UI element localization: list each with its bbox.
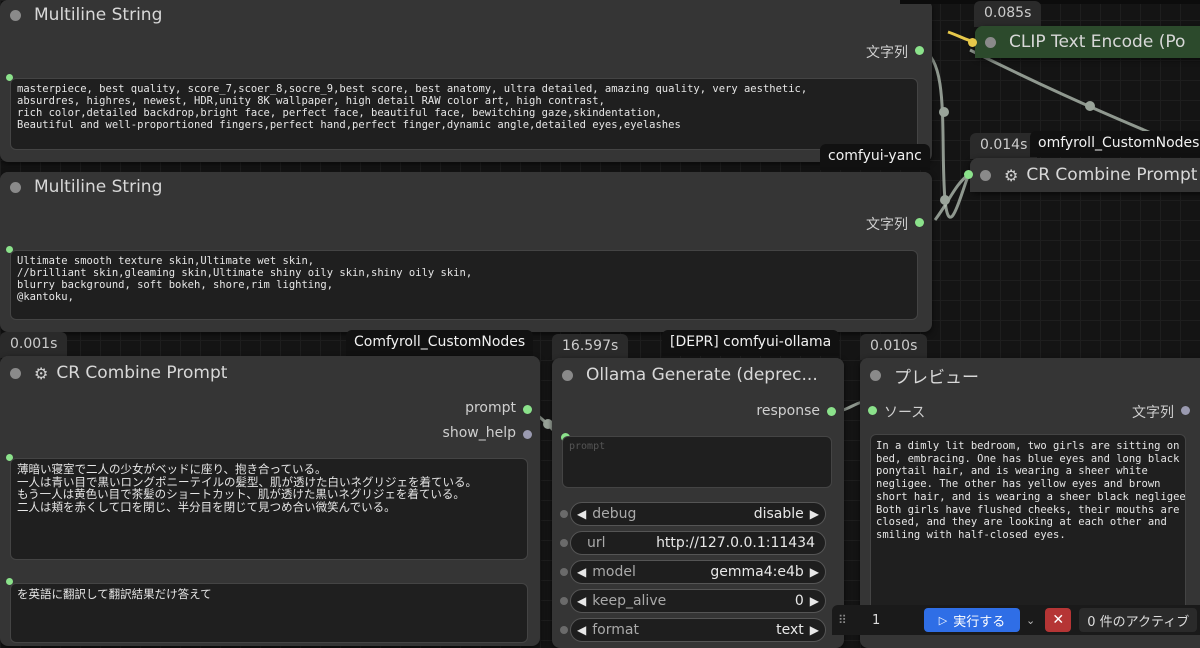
widget-slot[interactable] [560,597,568,605]
output-slot[interactable] [915,46,924,55]
widget-slot[interactable] [560,539,568,547]
collapse-dot-icon[interactable] [980,169,991,181]
node-title-bar[interactable]: ⚙ CR Combine Prompt [0,356,540,390]
cancel-button[interactable]: ✕ [1045,608,1072,632]
exec-time-badge: 0.085s [974,1,1042,27]
collapse-dot-icon[interactable] [870,369,881,381]
node-source-tag: omfyroll_CustomNodes [1030,131,1200,157]
exec-time-badge: 0.010s [860,334,928,360]
play-icon: ▷ [938,613,948,627]
widget-slot[interactable] [560,626,568,634]
queue-status-button[interactable]: 0 件のアクティブ [1079,608,1198,632]
node-title: Multiline String [34,177,163,197]
gear-icon: ⚙ [1004,165,1019,185]
exec-time-badge: 0.014s [970,133,1038,159]
batch-count-input[interactable]: 1 [858,613,924,628]
collapse-dot-icon[interactable] [10,9,21,21]
collapse-dot-icon[interactable] [10,367,21,379]
collapse-dot-icon[interactable] [985,36,996,48]
widget-value: 0 [794,593,804,609]
output-label: 文字列 [866,45,908,61]
widget-value: disable [753,506,804,522]
debug-selector[interactable]: ◀ debug disable ▶ [570,502,826,526]
run-options-chevron-icon[interactable]: ⌄ [1026,614,1035,627]
widget-value: gemma4:e4b [710,564,804,580]
node-source-tag: Comfyroll_CustomNodes [346,330,534,356]
toolbar-edge [900,0,1200,4]
keep-alive-stepper[interactable]: ◀ keep_alive 0 ▶ [570,589,826,613]
widget-value: http://127.0.0.1:11434 [656,535,815,551]
text-area[interactable]: Ultimate smooth texture skin,Ultimate we… [10,250,918,320]
url-field[interactable]: url http://127.0.0.1:11434 [570,531,826,555]
node-title-bar[interactable]: Multiline String [0,172,932,202]
widget-label: keep_alive [592,593,667,609]
run-toolbar: ⠿ 1 ▷ 実行する ⌄ ✕ 0 件のアクティブ [832,605,1200,635]
gear-icon: ⚙ [34,363,49,383]
arrow-left-icon[interactable]: ◀ [571,507,592,521]
clip-text-encode-node[interactable]: CLIP Text Encode (Po [975,26,1200,58]
cr-combine-prompt-node-right[interactable]: ⚙ CR Combine Prompt [970,158,1200,192]
exec-time-badge: 16.597s [552,334,629,360]
arrow-right-icon[interactable]: ▶ [804,565,825,579]
node-title-bar[interactable]: プレビュー [860,358,1200,392]
preview-text: In a dimly lit bedroom, two girls are si… [870,434,1186,634]
exec-time-badge: 0.001s [0,332,68,358]
output-label-prompt: prompt [465,400,516,416]
format-selector[interactable]: ◀ format text ▶ [570,618,826,642]
input-slot[interactable] [968,38,977,47]
cr-combine-prompt-node-left[interactable]: ⚙ CR Combine Prompt prompt show_help 薄暗い… [0,356,540,646]
output-label-show-help: show_help [442,425,516,441]
output-slot-show-help[interactable] [523,430,532,439]
output-label-response: response [756,403,820,419]
queue-label: 0 件のアクティブ [1087,614,1190,630]
text-area-1[interactable]: 薄暗い寝室で二人の少女がベッドに座り、抱き合っている。 一人は青い目で黒いロング… [10,458,528,560]
output-slot-response[interactable] [827,407,836,416]
ollama-generate-node[interactable]: Ollama Generate (deprec... response prom… [552,358,844,648]
text-area[interactable]: masterpiece, best quality, score_7,scoer… [10,78,918,150]
node-source-tag: [DEPR] comfyui-ollama [662,330,840,356]
node-title-bar[interactable]: Ollama Generate (deprec... [552,358,844,392]
arrow-right-icon[interactable]: ▶ [804,507,825,521]
output-label: 文字列 [866,217,908,233]
widget-label: debug [592,506,637,522]
output-slot[interactable] [915,218,924,227]
input-label-source: ソース [884,405,926,421]
widget-label: model [592,564,636,580]
node-title: CR Combine Prompt [1026,165,1198,185]
output-slot[interactable] [1181,406,1190,415]
drag-handle-icon[interactable]: ⠿ [838,613,852,627]
node-title: CR Combine Prompt [56,363,228,383]
arrow-left-icon[interactable]: ◀ [571,594,592,608]
node-source-tag: comfyui-yanc [820,144,930,170]
node-title: CLIP Text Encode (Po [1009,32,1186,52]
widget-slot[interactable] [560,510,568,518]
input-slot-source[interactable] [868,406,877,415]
collapse-dot-icon[interactable] [10,181,21,193]
close-icon: ✕ [1052,612,1065,628]
prompt-textarea[interactable]: prompt [562,436,832,488]
node-title-bar[interactable]: CLIP Text Encode (Po [975,26,1200,58]
model-selector[interactable]: ◀ model gemma4:e4b ▶ [570,560,826,584]
run-button[interactable]: ▷ 実行する [924,608,1020,632]
text-area-2[interactable]: を英語に翻訳して翻訳結果だけ答えて [10,583,528,643]
node-title: Ollama Generate (deprec... [586,365,818,385]
arrow-left-icon[interactable]: ◀ [571,565,592,579]
collapse-dot-icon[interactable] [562,369,573,381]
node-title-bar[interactable]: ⚙ CR Combine Prompt [970,158,1200,192]
node-title: プレビュー [894,367,979,388]
multiline-string-node-2[interactable]: Multiline String 文字列 Ultimate smooth tex… [0,172,932,332]
run-label: 実行する [953,614,1006,630]
output-label: 文字列 [1132,405,1174,421]
multiline-string-node-1[interactable]: Multiline String 文字列 masterpiece, best q… [0,0,932,162]
output-slot-prompt[interactable] [523,405,532,414]
widget-label: format [592,622,639,638]
widget-slot[interactable] [560,568,568,576]
node-title: Multiline String [34,5,163,25]
arrow-right-icon[interactable]: ▶ [804,594,825,608]
input-slot[interactable] [964,170,973,179]
widget-label: url [587,535,606,551]
widget-value: text [776,622,804,638]
node-title-bar[interactable]: Multiline String [0,0,932,30]
